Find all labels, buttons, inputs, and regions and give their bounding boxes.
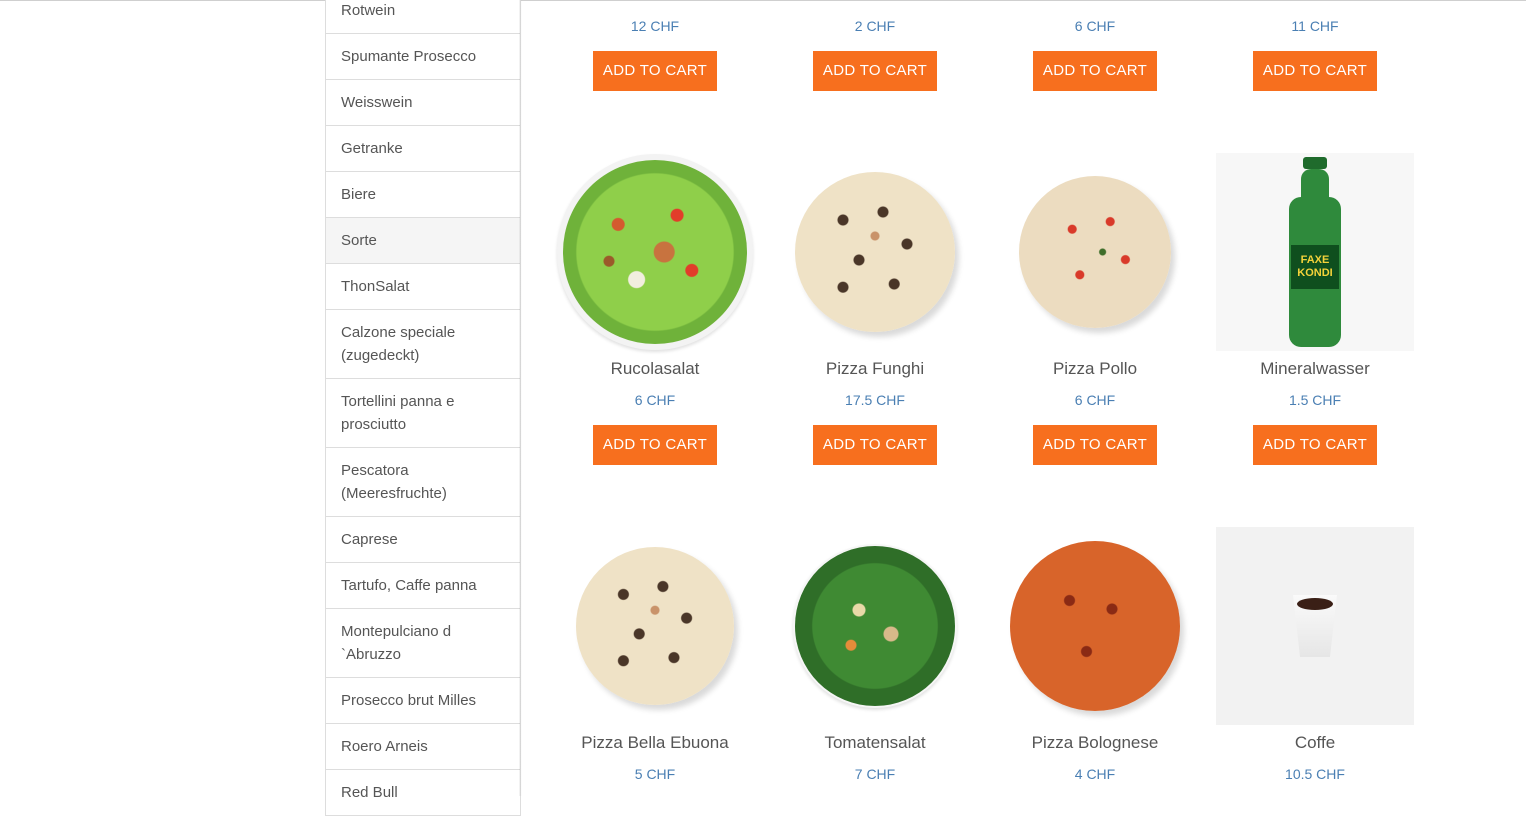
product-price: 10.5 CHF <box>1285 766 1345 782</box>
product-card: Tomatensalat 7 CHF <box>765 527 985 784</box>
add-to-cart-button[interactable]: ADD TO CART <box>812 51 938 91</box>
product-card: 6 CHF ADD TO CART <box>985 7 1205 91</box>
sidebar-item-weisswein[interactable]: Weisswein <box>326 80 520 126</box>
sidebar-item-spumante-prosecco[interactable]: Spumante Prosecco <box>326 34 520 80</box>
water-bottle-image: FAXE KONDI <box>1289 157 1341 347</box>
product-image[interactable] <box>996 527 1194 725</box>
product-image[interactable] <box>776 527 974 725</box>
add-to-cart-button[interactable]: ADD TO CART <box>1252 425 1378 465</box>
product-name: Rucolasalat <box>610 359 700 378</box>
bottle-label: FAXE KONDI <box>1291 245 1339 289</box>
product-image[interactable] <box>556 527 754 725</box>
product-image[interactable]: FAXE KONDI <box>1216 153 1414 351</box>
sidebar-item-tartufo[interactable]: Tartufo, Caffe panna <box>326 563 520 609</box>
sidebar-item-sorte[interactable]: Sorte <box>326 218 520 264</box>
sidebar-item-prosecco-brut[interactable]: Prosecco brut Milles <box>326 678 520 724</box>
sidebar-item-montepulciano[interactable]: Montepulciano d `Abruzzo <box>326 609 520 678</box>
product-price: 12 CHF <box>630 18 680 34</box>
product-name: Mineralwasser <box>1260 359 1370 378</box>
product-image[interactable] <box>996 153 1194 351</box>
product-price: 1.5 CHF <box>1288 392 1342 408</box>
sidebar-item-red-bull[interactable]: Red Bull <box>326 770 520 816</box>
salad-image <box>793 544 957 708</box>
sidebar-item-calzone-speciale[interactable]: Calzone speciale (zugedeckt) <box>326 310 520 379</box>
coffee-cup-image <box>1293 595 1337 657</box>
product-card: Rucolasalat 6 CHF ADD TO CART <box>545 153 765 465</box>
product-name: Pizza Bella Ebuona <box>581 733 729 752</box>
product-price: 6 CHF <box>634 392 676 408</box>
product-price: 2 CHF <box>854 18 896 34</box>
pizza-image <box>576 547 734 705</box>
add-to-cart-button[interactable]: ADD TO CART <box>1032 425 1158 465</box>
sidebar-item-tortellini[interactable]: Tortellini panna e prosciutto <box>326 379 520 448</box>
product-name: Pizza Bolognese <box>1031 733 1159 752</box>
product-price: 11 CHF <box>1291 18 1339 34</box>
sidebar-item-getranke[interactable]: Getranke <box>326 126 520 172</box>
product-price: 17.5 CHF <box>845 392 905 408</box>
product-card: 12 CHF ADD TO CART <box>545 7 765 91</box>
sidebar-shadow <box>519 0 522 796</box>
product-card: Pizza Bella Ebuona 5 CHF <box>545 527 765 784</box>
product-card: 2 CHF ADD TO CART <box>765 7 985 91</box>
product-price: 7 CHF <box>854 766 896 782</box>
product-image[interactable] <box>776 153 974 351</box>
product-image[interactable] <box>556 153 754 351</box>
pizza-bolognese-image <box>1010 541 1180 711</box>
add-to-cart-button[interactable]: ADD TO CART <box>812 425 938 465</box>
pizza-pollo-image <box>1019 176 1171 328</box>
add-to-cart-button[interactable]: ADD TO CART <box>1032 51 1158 91</box>
product-name: Tomatensalat <box>824 733 926 752</box>
product-card: Pizza Bolognese 4 CHF <box>985 527 1205 784</box>
product-card: FAXE KONDI Mineralwasser 1.5 CHF ADD TO … <box>1205 153 1425 465</box>
product-price: 4 CHF <box>1074 766 1116 782</box>
top-divider <box>0 0 1526 1</box>
product-card: Coffe 10.5 CHF <box>1205 527 1425 784</box>
salad-image <box>557 154 753 350</box>
product-price: 6 CHF <box>1074 18 1116 34</box>
product-price: 5 CHF <box>634 766 676 782</box>
product-card: Pizza Funghi 17.5 CHF ADD TO CART <box>765 153 985 465</box>
sidebar-item-caprese[interactable]: Caprese <box>326 517 520 563</box>
add-to-cart-button[interactable]: ADD TO CART <box>1252 51 1378 91</box>
add-to-cart-button[interactable]: ADD TO CART <box>592 425 718 465</box>
product-name: Pizza Funghi <box>825 359 925 378</box>
sidebar-item-rotwein[interactable]: Rotwein <box>326 0 520 34</box>
product-card: Pizza Pollo 6 CHF ADD TO CART <box>985 153 1205 465</box>
sidebar-item-biere[interactable]: Biere <box>326 172 520 218</box>
sidebar-item-thonsalat[interactable]: ThonSalat <box>326 264 520 310</box>
add-to-cart-button[interactable]: ADD TO CART <box>592 51 718 91</box>
sidebar-item-pescatora[interactable]: Pescatora (Meeresfruchte) <box>326 448 520 517</box>
sidebar-item-roero-arneis[interactable]: Roero Arneis <box>326 724 520 770</box>
product-price: 6 CHF <box>1074 392 1116 408</box>
category-sidebar: Rotwein Spumante Prosecco Weisswein Getr… <box>325 0 521 816</box>
product-image[interactable] <box>1216 527 1414 725</box>
product-name: Coffe <box>1294 733 1336 752</box>
pizza-funghi-image <box>795 172 955 332</box>
product-name: Pizza Pollo <box>1052 359 1138 378</box>
product-card: 11 CHF ADD TO CART <box>1205 7 1425 91</box>
